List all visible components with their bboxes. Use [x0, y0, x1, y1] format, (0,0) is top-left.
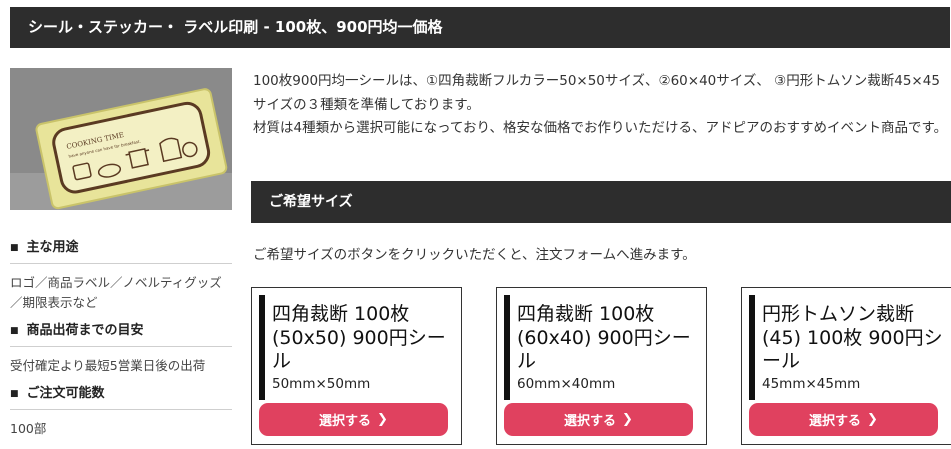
usage-text: ロゴ／商品ラベル／ノベルティグッズ／期限表示など [10, 275, 222, 310]
card-accent-bar [749, 295, 755, 400]
card-size: 60mm×40mm [517, 376, 616, 392]
card-title: 四角裁断 100枚(60x40) 900円シール [517, 303, 691, 372]
card-size: 50mm×50mm [272, 376, 371, 392]
size-card-50x50: 四角裁断 100枚(50x50) 900円シール 50mm×50mm 選択する … [251, 287, 462, 445]
chevron-right-icon: ❯ [622, 412, 633, 427]
section-heading-size: ご希望サイズ [251, 181, 951, 223]
select-button-50x50[interactable]: 選択する ❯ [259, 403, 448, 436]
select-button-60x40[interactable]: 選択する ❯ [504, 403, 693, 436]
card-title: 四角裁断 100枚(50x50) 900円シール [272, 303, 446, 372]
chevron-right-icon: ❯ [867, 412, 878, 427]
page-title: シール・ステッカー・ ラベル印刷 - 100枚、900円均一価格 [10, 7, 950, 48]
card-accent-bar [259, 295, 265, 400]
quantity-text: 100部 [10, 421, 47, 436]
size-guide-text: ご希望サイズのボタンをクリックいただくと、注文フォームへ進みます。 [253, 247, 696, 263]
select-button-45x45[interactable]: 選択する ❯ [749, 403, 938, 436]
intro-text: 100枚900円均一シールは、①四角裁断フルカラー50×50サイズ、②60×40… [253, 70, 948, 141]
sidebar-section-shipping: 商品出荷までの目安 受付確定より最短5営業日後の出荷 [10, 319, 232, 376]
intro-paragraph-2: 材質は4種類から選択可能になっており、格安な価格でお作りいただける、アドピアのお… [253, 120, 948, 136]
intro-paragraph-1: 100枚900円均一シールは、①四角裁断フルカラー50×50サイズ、②60×40… [253, 73, 940, 113]
select-button-label: 選択する [564, 414, 617, 429]
sticker-illustration: COOKING TIME have anyone can have for br… [10, 68, 232, 210]
sidebar: 主な用途 ロゴ／商品ラベル／ノベルティグッズ／期限表示など 商品出荷までの目安 … [10, 236, 232, 445]
sidebar-section-usage: 主な用途 ロゴ／商品ラベル／ノベルティグッズ／期限表示など [10, 236, 232, 313]
section-heading-usage: 主な用途 [10, 236, 232, 264]
select-button-label: 選択する [319, 414, 372, 429]
section-heading-shipping: 商品出荷までの目安 [10, 319, 232, 347]
product-image-sticker: COOKING TIME have anyone can have for br… [10, 68, 232, 210]
card-title: 円形トムソン裁断(45) 100枚 900円シール [762, 303, 943, 372]
section-heading-quantity: ご注文可能数 [10, 382, 232, 410]
sidebar-section-quantity: ご注文可能数 100部 [10, 382, 232, 439]
size-card-60x40: 四角裁断 100枚(60x40) 900円シール 60mm×40mm 選択する … [496, 287, 707, 445]
select-button-label: 選択する [809, 414, 862, 429]
shipping-text: 受付確定より最短5営業日後の出荷 [10, 358, 206, 373]
card-accent-bar [504, 295, 510, 400]
chevron-right-icon: ❯ [377, 412, 388, 427]
size-card-45x45: 円形トムソン裁断(45) 100枚 900円シール 45mm×45mm 選択する… [741, 287, 951, 445]
card-size: 45mm×45mm [762, 376, 861, 392]
